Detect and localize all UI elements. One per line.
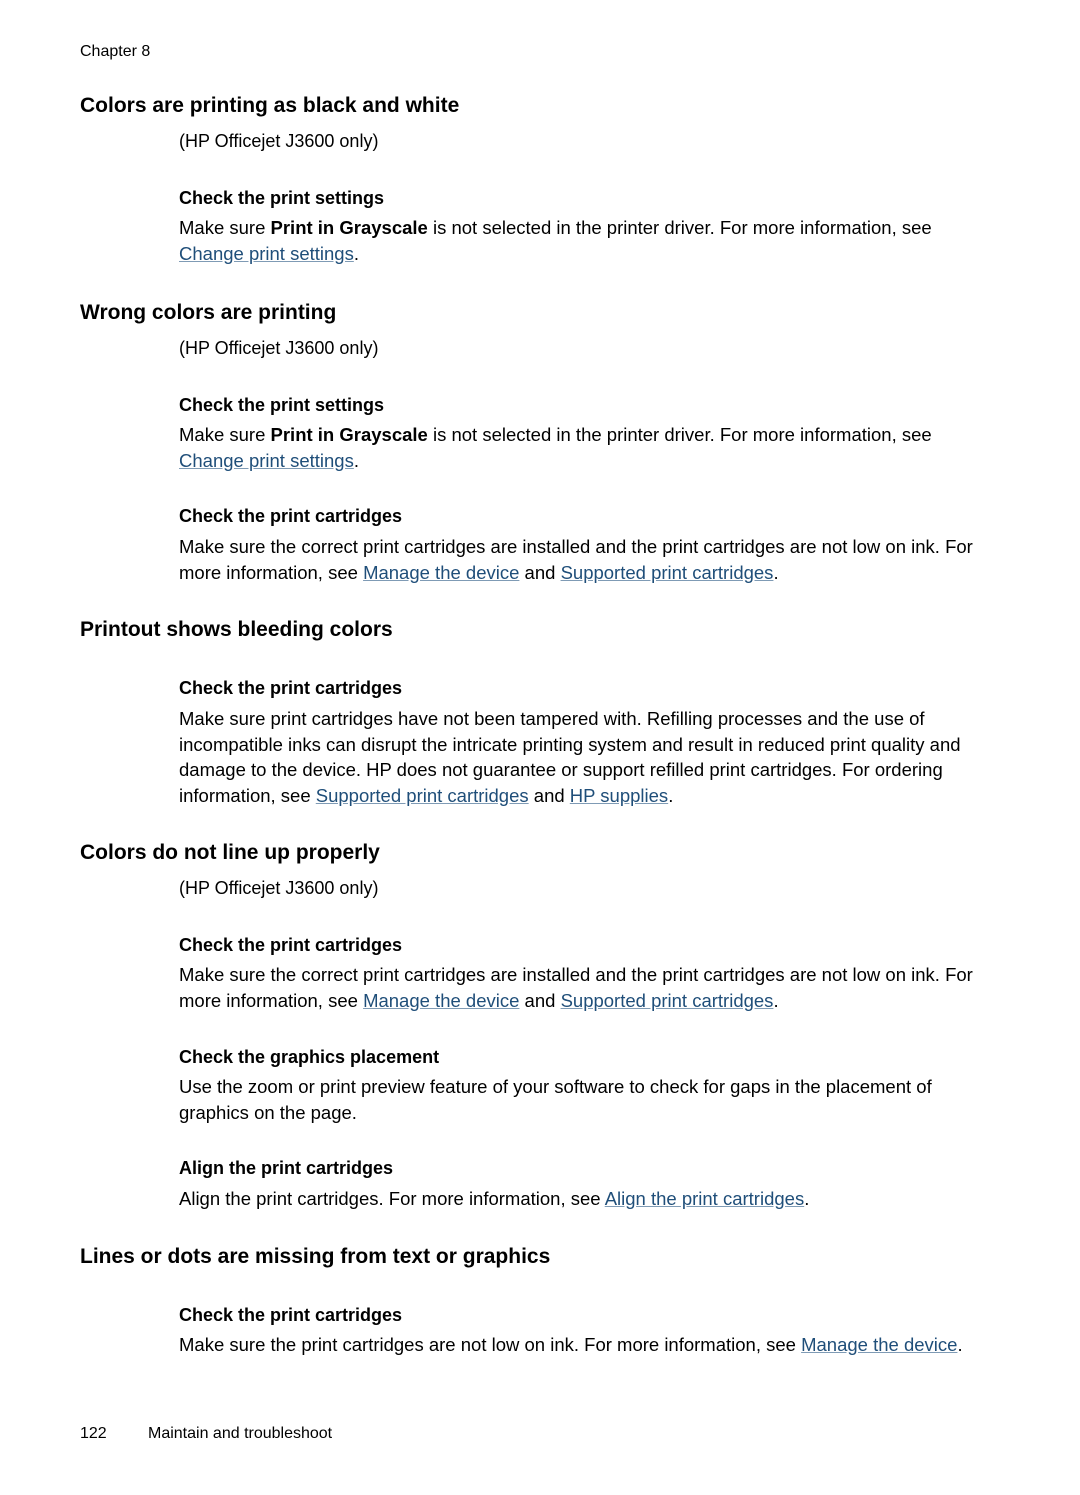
- paragraph: Make sure the print cartridges are not l…: [179, 1334, 963, 1355]
- manage-the-device-link[interactable]: Manage the device: [363, 990, 519, 1011]
- supported-print-cartridges-link[interactable]: Supported print cartridges: [561, 990, 774, 1011]
- subsection-heading: Check the graphics placement: [179, 1047, 440, 1067]
- subsection-heading: Align the print cartridges: [179, 1158, 394, 1178]
- change-print-settings-link[interactable]: Change print settings: [179, 243, 354, 264]
- subsection-heading: Check the print cartridges: [179, 506, 403, 526]
- model-note: (HP Officejet J3600 only): [179, 131, 379, 151]
- paragraph: Make sure print cartridges have not been…: [179, 708, 961, 806]
- align-print-cartridges-link[interactable]: Align the print cartridges: [605, 1188, 805, 1209]
- subsection-heading: Check the print cartridges: [179, 678, 403, 698]
- paragraph: Use the zoom or print preview feature of…: [179, 1076, 932, 1123]
- paragraph: Make sure Print in Grayscale is not sele…: [179, 424, 932, 471]
- chapter-label: Chapter 8: [80, 43, 151, 60]
- change-print-settings-link[interactable]: Change print settings: [179, 450, 354, 471]
- manage-the-device-link[interactable]: Manage the device: [363, 562, 519, 583]
- subsection-heading: Check the print settings: [179, 395, 385, 415]
- subsection-heading: Check the print cartridges: [179, 935, 403, 955]
- supported-print-cartridges-link[interactable]: Supported print cartridges: [316, 785, 529, 806]
- subsection-heading: Check the print cartridges: [179, 1305, 403, 1325]
- section-heading: Colors are printing as black and white: [80, 94, 460, 117]
- section-heading: Wrong colors are printing: [80, 301, 337, 324]
- section-heading: Lines or dots are missing from text or g…: [80, 1245, 551, 1268]
- paragraph: Make sure the correct print cartridges a…: [179, 964, 973, 1011]
- model-note: (HP Officejet J3600 only): [179, 878, 379, 898]
- paragraph: Align the print cartridges. For more inf…: [179, 1188, 810, 1209]
- model-note: (HP Officejet J3600 only): [179, 338, 379, 358]
- section-heading: Printout shows bleeding colors: [80, 618, 393, 641]
- hp-supplies-link[interactable]: HP supplies: [570, 785, 668, 806]
- page-number: 122: [80, 1425, 107, 1442]
- manage-the-device-link[interactable]: Manage the device: [801, 1334, 957, 1355]
- subsection-heading: Check the print settings: [179, 188, 385, 208]
- paragraph: Make sure Print in Grayscale is not sele…: [179, 217, 932, 264]
- footer-section-title: Maintain and troubleshoot: [148, 1425, 333, 1442]
- supported-print-cartridges-link[interactable]: Supported print cartridges: [561, 562, 774, 583]
- section-heading: Colors do not line up properly: [80, 841, 380, 864]
- paragraph: Make sure the correct print cartridges a…: [179, 536, 973, 583]
